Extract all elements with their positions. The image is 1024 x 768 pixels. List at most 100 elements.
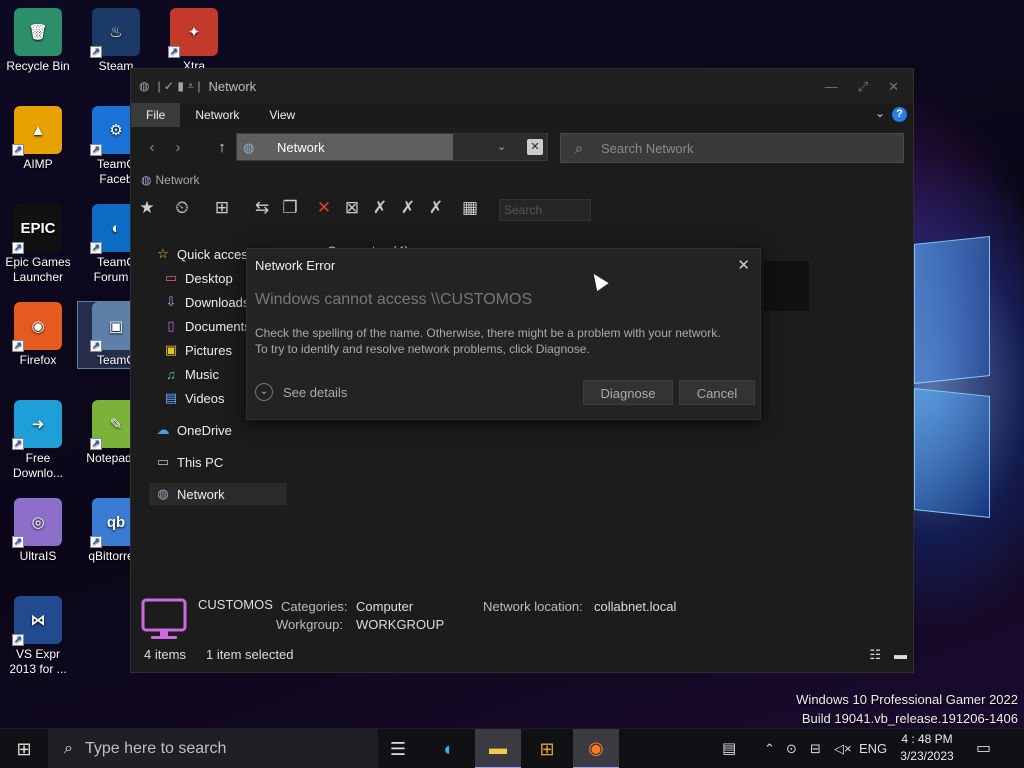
search-box[interactable]: ⌕	[560, 133, 904, 163]
taskbar-search-input[interactable]	[84, 740, 345, 758]
steam-icon: ♨ ↗	[90, 8, 140, 58]
file-explorer-icon[interactable]: ▬	[475, 729, 521, 768]
copy-window-icon[interactable]: ❐	[279, 197, 301, 219]
close-button[interactable]: ✕	[888, 79, 899, 95]
nav-desktop[interactable]: ▭ Desktop	[163, 267, 233, 289]
nav-this-pc[interactable]: ▭ This PC	[155, 451, 223, 473]
network-tray-icon[interactable]: ⊟	[810, 729, 821, 768]
details-computer-name: CUSTOMOS	[198, 597, 273, 612]
desktop-shortcut-ultraiso[interactable]: ◎ ↗ UltraIS	[0, 498, 76, 564]
desktop-shortcut-label: Epic Games Launcher	[5, 255, 71, 284]
system-clock[interactable]: 4 : 48 PM 3/23/2023	[890, 731, 964, 765]
shortcut-arrow-icon: ↗	[12, 340, 24, 352]
details-view-icon[interactable]: ☷	[869, 647, 881, 663]
computer-icon	[141, 598, 187, 639]
disconnect-icon[interactable]: ✗	[369, 197, 391, 219]
windows-icon[interactable]: ⊞	[211, 197, 233, 219]
dialog-message: Check the spelling of the name. Otherwis…	[255, 326, 721, 356]
notification-center-icon[interactable]: ▭	[976, 729, 991, 768]
meet-now-icon[interactable]: ⊙	[786, 729, 797, 768]
network-error-dialog: Network Error ✕ Windows cannot access \\…	[246, 248, 761, 420]
music-icon: ♫	[166, 366, 176, 382]
remove-window-icon[interactable]: ⊠	[341, 197, 363, 219]
shortcut-arrow-icon: ↗	[12, 536, 24, 548]
desktop-shortcut-epic-games[interactable]: EPIC ↗ Epic Games Launcher	[0, 204, 76, 285]
shortcut-arrow-icon: ↗	[90, 536, 102, 548]
desktop-shortcut-label: UltraIS	[19, 549, 57, 563]
input-language[interactable]: ENG	[859, 729, 887, 768]
nav-music[interactable]: ♫ Music	[163, 363, 219, 385]
item-count: 4 items	[144, 647, 186, 662]
favorite-star-icon[interactable]: ★	[136, 197, 158, 219]
dialog-close-icon[interactable]: ✕	[737, 256, 750, 274]
nav-videos[interactable]: ▤ Videos	[163, 387, 225, 409]
explorer-titlebar[interactable]: ◍ | ✓ ▮ ⩡ | Network — ⤢ ✕	[131, 69, 913, 103]
nav-documents[interactable]: ▯ Documents	[163, 315, 250, 337]
large-icons-view-icon[interactable]: ▬	[894, 647, 907, 662]
volume-muted-icon[interactable]: ◁×	[834, 729, 852, 768]
computer-item-tile[interactable]	[764, 261, 809, 311]
tab-file[interactable]: File	[131, 103, 181, 127]
status-bar: 4 items 1 item selected ☷ ▬	[131, 647, 913, 672]
history-icon[interactable]: ⏲	[171, 197, 193, 219]
up-button[interactable]: ↑	[211, 139, 233, 159]
desktop-shortcut-recycle-bin[interactable]: 🗑 Recycle Bin	[0, 8, 76, 74]
firefox-taskbar-icon[interactable]: ◉	[573, 729, 619, 768]
address-row: ‹ › ↑ ◍ Network ⌄ ✕ ⌕	[131, 131, 913, 163]
nav-network[interactable]: ◍ Network	[149, 483, 287, 505]
address-bar[interactable]: ◍ Network ⌄ ✕	[236, 133, 548, 161]
address-text: Network	[277, 140, 325, 155]
desktop-shortcut-free-download-manager[interactable]: ➜ ↗ Free Downlo...	[0, 400, 76, 481]
back-button[interactable]: ‹	[141, 139, 163, 159]
desktop-shortcut-steam[interactable]: ♨ ↗ Steam	[78, 8, 154, 74]
store-icon[interactable]: ⊞	[524, 729, 570, 768]
shortcut-arrow-icon: ↗	[12, 438, 24, 450]
maximize-button[interactable]: ⤢	[858, 79, 868, 95]
map-drive-icon[interactable]: ⇆	[251, 197, 273, 219]
address-history-chevron-icon[interactable]: ⌄	[497, 140, 506, 153]
edge-icon[interactable]: ◐	[426, 729, 472, 768]
clear-address-button[interactable]: ✕	[527, 139, 543, 155]
forward-button[interactable]: ›	[167, 139, 189, 159]
task-view-button[interactable]: ☰	[375, 729, 421, 768]
clear-icon[interactable]: ✗	[425, 197, 447, 219]
see-details-toggle[interactable]: ⌄ See details	[255, 383, 347, 401]
tab-network[interactable]: Network	[180, 103, 254, 127]
desktop-shortcut-aimp[interactable]: ▲ ↗ AIMP	[0, 106, 76, 172]
ultraiso-icon: ◎ ↗	[12, 498, 62, 548]
search-input[interactable]	[601, 134, 891, 162]
download-icon: ⇩	[165, 294, 177, 309]
unpin-icon[interactable]: ✗	[397, 197, 419, 219]
desktop-folder-icon: ▭	[164, 270, 178, 285]
workgroup-value: WORKGROUP	[356, 617, 445, 632]
network-icon: ◍	[243, 140, 255, 155]
minimize-button[interactable]: —	[825, 79, 838, 95]
view-options-icon[interactable]: ▦	[459, 197, 481, 219]
diagnose-button[interactable]: Diagnose	[583, 380, 673, 405]
start-button[interactable]: ⊞	[0, 729, 48, 768]
news-widget-icon[interactable]: ▤	[722, 729, 736, 768]
desktop-shortcut-firefox[interactable]: ◉ ↗ Firefox	[0, 302, 76, 368]
nav-pictures[interactable]: ▣ Pictures	[163, 339, 232, 361]
tab-view[interactable]: View	[254, 103, 310, 127]
window-title: Network	[208, 78, 257, 94]
cancel-button[interactable]: Cancel	[679, 380, 755, 405]
help-icon[interactable]: ?	[892, 107, 907, 122]
nav-downloads[interactable]: ⇩ Downloads	[163, 291, 250, 313]
selection-count: 1 item selected	[206, 647, 294, 662]
taskbar-search[interactable]: ⌕	[48, 729, 378, 768]
nav-onedrive[interactable]: ☁ OneDrive	[155, 419, 232, 441]
free-download-manager-icon: ➜ ↗	[12, 400, 62, 450]
show-hidden-icons-chevron-icon[interactable]: ⌃	[764, 729, 775, 768]
quick-access-toolbar-icons[interactable]: | ✓ ▮ ⩡ |	[157, 79, 200, 94]
ribbon-collapse-chevron-icon[interactable]: ⌄	[875, 106, 885, 120]
nav-quick-access[interactable]: ☆ Quick access	[155, 243, 254, 265]
desktop-shortcut-xtra[interactable]: ✦ ↗ Xtra	[156, 8, 232, 74]
windows-version-watermark: Windows 10 Professional Gamer 2022 Build…	[796, 692, 1018, 726]
xtra-icon: ✦ ↗	[168, 8, 218, 58]
toolbar-search-input[interactable]	[499, 199, 591, 221]
delete-icon[interactable]: ✕	[313, 197, 335, 219]
secondary-breadcrumb[interactable]: ◍ Network	[141, 173, 200, 187]
shortcut-arrow-icon: ↗	[90, 340, 102, 352]
desktop-shortcut-vs-express[interactable]: ⋈ ↗ VS Expr 2013 for ...	[0, 596, 76, 677]
